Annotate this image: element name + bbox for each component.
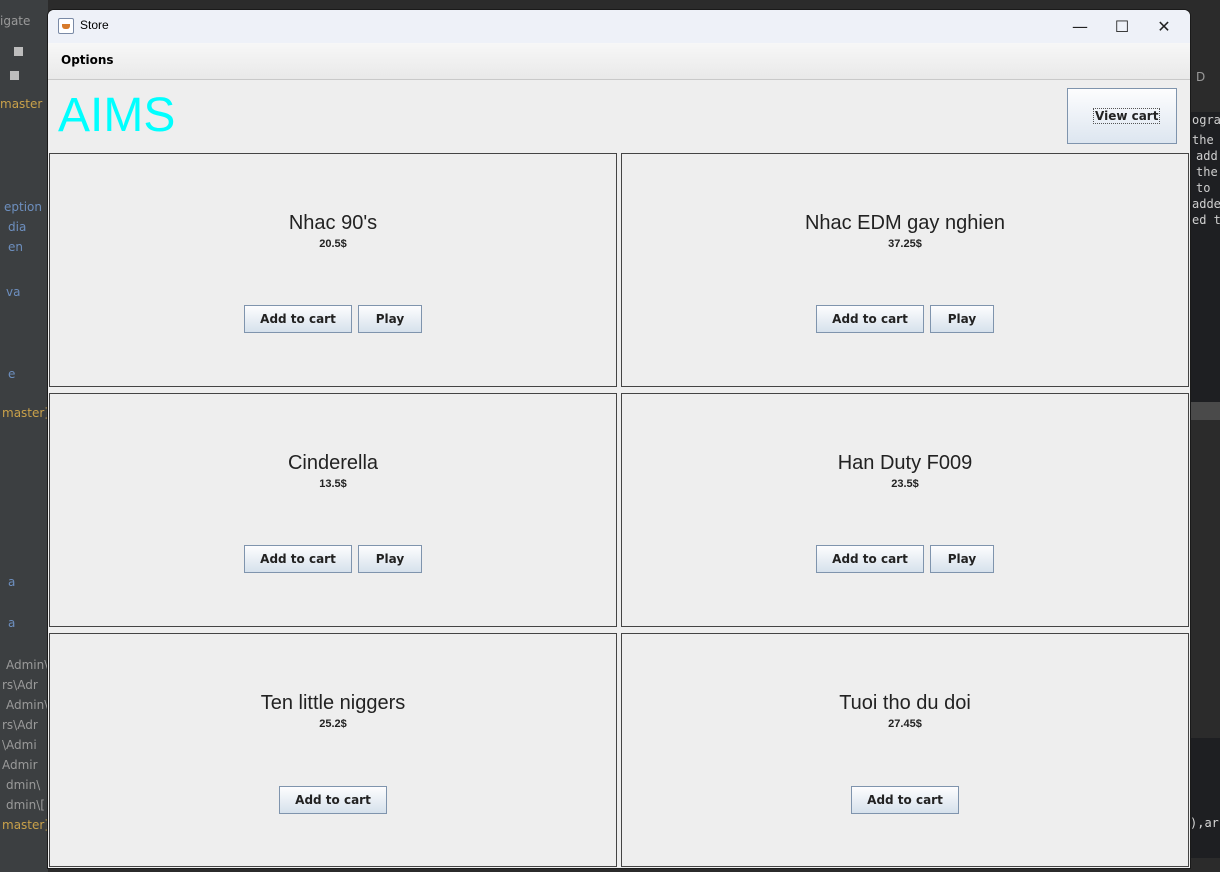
ide-left-text: master] [2,818,49,832]
ide-editor-panel: ogra the add the to adde ed t [1190,112,1220,402]
add-to-cart-button[interactable]: Add to cart [816,545,924,573]
product-card: Tuoi tho du doi 27.45$ Add to cart [621,633,1189,867]
add-to-cart-button[interactable]: Add to cart [244,545,352,573]
ide-left-text: master [0,97,43,111]
product-card: Nhac 90's 20.5$ Add to cart Play [49,153,617,387]
product-card: Ten little niggers 25.2$ Add to cart [49,633,617,867]
ide-left-text: dia [8,220,27,234]
ide-left-text: a [8,575,16,589]
ide-left-text: Admin\ [6,698,49,712]
product-price: 27.45$ [888,718,922,730]
maximize-button[interactable]: ☐ [1100,10,1144,43]
ide-right-text: D [1196,70,1206,84]
add-to-cart-button[interactable]: Add to cart [244,305,352,333]
product-price: 13.5$ [319,478,347,490]
ide-right-text: ogra [1192,113,1220,127]
menu-options[interactable]: Options [61,53,114,67]
add-to-cart-button[interactable]: Add to cart [279,786,387,814]
play-button[interactable]: Play [930,305,994,333]
ide-left-text: dmin\[ [6,798,45,812]
ide-left-text: eption [4,200,42,214]
product-price: 25.2$ [319,718,347,730]
ide-divider [1190,402,1220,420]
ide-left-text: rs\Adr [2,678,38,692]
ide-left-text: Admir [2,758,38,772]
ide-right-text: ed t [1192,213,1220,227]
ide-left-text: rs\Adr [2,718,38,732]
close-button[interactable]: ✕ [1142,10,1186,43]
product-price: 23.5$ [891,478,919,490]
ide-console-panel: ),ar [1190,738,1220,858]
product-title: Nhac 90's [288,212,378,234]
view-cart-button[interactable]: View cart [1067,88,1177,144]
ide-left-text: en [8,240,23,254]
java-icon [58,18,74,34]
product-title: Tuoi tho du doi [839,692,971,714]
filter-icon [10,71,19,80]
ide-left-text: \Admi [2,738,37,752]
add-to-cart-button[interactable]: Add to cart [851,786,959,814]
menu-bar: Options [48,43,1190,80]
ide-left-panel: igate master eption dia en va e master] … [0,0,49,872]
app-title: AIMS [58,89,176,142]
view-cart-label: View cart [1092,108,1161,124]
ide-right-panel: D ogra the add the to adde ed t ),ar [1190,0,1220,872]
ide-left-text: Admin\ [6,658,49,672]
product-title: Cinderella [287,452,379,474]
ide-left-text: e [8,367,16,381]
ide-left-text: dmin\ [6,778,41,792]
ide-left-text: va [6,285,21,299]
product-price: 20.5$ [319,238,347,250]
product-grid: Nhac 90's 20.5$ Add to cart Play Nhac ED… [48,153,1190,868]
ide-right-text: add [1196,149,1218,163]
product-title: Han Duty F009 [837,452,973,474]
store-header: AIMS View cart [48,80,1190,153]
ide-right-text: ),ar [1190,816,1219,830]
play-button[interactable]: Play [358,545,422,573]
ide-right-text: the [1192,133,1214,147]
product-title: Ten little niggers [260,692,406,714]
product-card: Han Duty F009 23.5$ Add to cart Play [621,393,1189,627]
window-titlebar[interactable]: Store — ☐ ✕ [48,10,1190,43]
add-to-cart-button[interactable]: Add to cart [816,305,924,333]
product-card: Nhac EDM gay nghien 37.25$ Add to cart P… [621,153,1189,387]
product-title: Nhac EDM gay nghien [804,212,1006,234]
ide-output-panel [1190,420,1220,730]
window-title: Store [80,18,109,32]
minimize-button[interactable]: — [1058,10,1102,43]
play-button[interactable]: Play [358,305,422,333]
ide-left-text: master] [2,406,49,420]
product-price: 37.25$ [888,238,922,250]
ide-right-text: adde [1192,197,1220,211]
ide-toolbar-icon [14,47,23,56]
play-button[interactable]: Play [930,545,994,573]
ide-right-text: to [1196,181,1211,195]
store-window: Store — ☐ ✕ Options AIMS View cart Nhac … [48,10,1190,868]
product-card: Cinderella 13.5$ Add to cart Play [49,393,617,627]
ide-left-text: igate [0,14,31,28]
ide-left-text: a [8,616,16,630]
ide-right-text: the [1196,165,1218,179]
